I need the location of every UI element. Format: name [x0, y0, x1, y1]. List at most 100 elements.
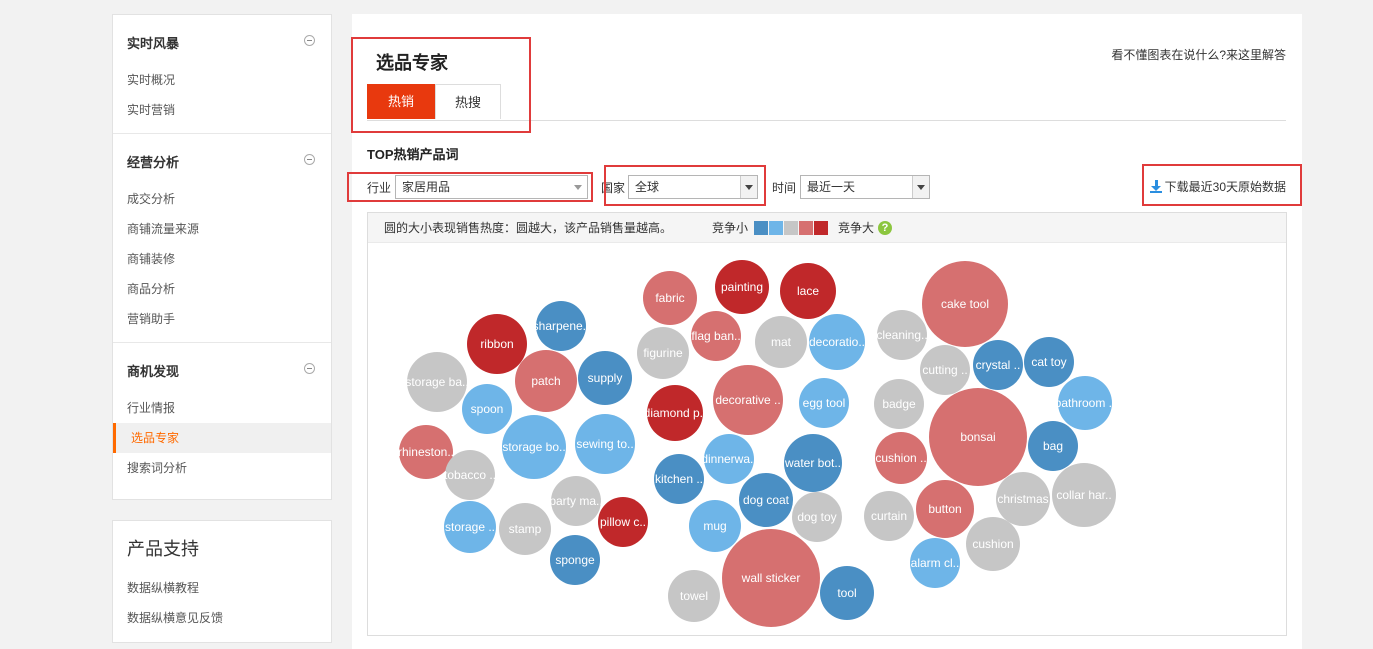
bubble-circle[interactable]: [929, 388, 1027, 486]
bubble-circle[interactable]: [1052, 463, 1116, 527]
bubble-badge[interactable]: badge: [874, 379, 924, 429]
bubble-lace[interactable]: lace: [780, 263, 836, 319]
bubble-cleaning[interactable]: cleaning..: [876, 310, 928, 360]
bubble-wall-sticker[interactable]: wall sticker: [722, 529, 820, 627]
bubble-circle[interactable]: [637, 327, 689, 379]
support-link-feedback[interactable]: 数据纵横意见反馈: [113, 603, 331, 633]
bubble-sewing-to[interactable]: sewing to..: [575, 414, 635, 474]
bubble-sponge[interactable]: sponge: [550, 535, 600, 585]
bubble-circle[interactable]: [920, 345, 970, 395]
sidebar-item-marketing-assistant[interactable]: 营销助手: [113, 304, 331, 334]
bubble-cat-toy[interactable]: cat toy: [1024, 337, 1074, 387]
collapse-icon[interactable]: [304, 35, 315, 46]
bubble-cushion[interactable]: cushion: [966, 517, 1020, 571]
bubble-curtain[interactable]: curtain: [864, 491, 914, 541]
bubble-circle[interactable]: [462, 384, 512, 434]
bubble-circle[interactable]: [598, 497, 648, 547]
bubble-circle[interactable]: [739, 473, 793, 527]
bubble-circle[interactable]: [668, 570, 720, 622]
bubble-bonsai[interactable]: bonsai: [929, 388, 1027, 486]
bubble-circle[interactable]: [445, 450, 495, 500]
bubble-circle[interactable]: [792, 492, 842, 542]
bubble-circle[interactable]: [784, 434, 842, 492]
bubble-storage[interactable]: storage ..: [444, 501, 496, 553]
bubble-circle[interactable]: [689, 500, 741, 552]
sidebar-item-traffic-source[interactable]: 商铺流量来源: [113, 214, 331, 244]
bubble-bag[interactable]: bag: [1028, 421, 1078, 471]
bubble-party-ma[interactable]: party ma..: [549, 476, 603, 526]
bubble-circle[interactable]: [916, 480, 974, 538]
bubble-circle[interactable]: [575, 414, 635, 474]
bubble-figurine[interactable]: figurine: [637, 327, 689, 379]
bubble-collar-har[interactable]: collar har..: [1052, 463, 1116, 527]
bubble-bathroom[interactable]: bathroom ..: [1055, 376, 1116, 430]
bubble-button[interactable]: button: [916, 480, 974, 538]
bubble-circle[interactable]: [713, 365, 783, 435]
bubble-dinnerwa[interactable]: dinnerwa..: [701, 434, 757, 484]
bubble-spoon[interactable]: spoon: [462, 384, 512, 434]
bubble-circle[interactable]: [715, 260, 769, 314]
nav-group-title[interactable]: 经营分析: [113, 134, 331, 184]
bubble-egg-tool[interactable]: egg tool: [799, 378, 849, 428]
bubble-circle[interactable]: [578, 351, 632, 405]
bubble-circle[interactable]: [654, 454, 704, 504]
sidebar-item-product-analysis[interactable]: 商品分析: [113, 274, 331, 304]
bubble-cutting[interactable]: cutting ..: [920, 345, 970, 395]
nav-group-title[interactable]: 商机发现: [113, 343, 331, 393]
bubble-fabric[interactable]: fabric: [643, 271, 697, 325]
sidebar-item-deal-analysis[interactable]: 成交分析: [113, 184, 331, 214]
sidebar-item-search-term-analysis[interactable]: 搜索词分析: [113, 453, 331, 483]
bubble-pillow-c[interactable]: pillow c..: [598, 497, 648, 547]
bubble-tool[interactable]: tool: [820, 566, 874, 620]
bubble-decorative[interactable]: decorative ..: [713, 365, 783, 435]
bubble-circle[interactable]: [551, 476, 601, 526]
bubble-stamp[interactable]: stamp: [499, 503, 551, 555]
bubble-cake-tool[interactable]: cake tool: [922, 261, 1008, 347]
bubble-circle[interactable]: [536, 301, 586, 351]
bubble-circle[interactable]: [910, 538, 960, 588]
bubble-circle[interactable]: [966, 517, 1020, 571]
time-select[interactable]: 最近一天: [800, 175, 930, 199]
bubble-crystal[interactable]: crystal ..: [973, 340, 1023, 390]
bubble-circle[interactable]: [550, 535, 600, 585]
bubble-circle[interactable]: [1024, 337, 1074, 387]
bubble-cushion[interactable]: cushion ..: [875, 432, 927, 484]
bubble-sharpene[interactable]: sharpene..: [533, 301, 590, 351]
bubble-circle[interactable]: [407, 352, 467, 412]
sidebar-item-industry-intel[interactable]: 行业情报: [113, 393, 331, 423]
bubble-towel[interactable]: towel: [668, 570, 720, 622]
bubble-circle[interactable]: [1028, 421, 1078, 471]
chart-help-link[interactable]: 看不懂图表在说什么?来这里解答: [1111, 46, 1286, 63]
bubble-circle[interactable]: [877, 310, 927, 360]
bubble-circle[interactable]: [399, 425, 453, 479]
bubble-storage-bo[interactable]: storage bo..: [502, 415, 566, 479]
bubble-kitchen[interactable]: kitchen ..: [654, 454, 704, 504]
bubble-circle[interactable]: [875, 432, 927, 484]
bubble-circle[interactable]: [515, 350, 577, 412]
bubble-circle[interactable]: [755, 316, 807, 368]
bubble-circle[interactable]: [820, 566, 874, 620]
bubble-patch[interactable]: patch: [515, 350, 577, 412]
bubble-diamond-p[interactable]: diamond p..: [644, 385, 707, 441]
bubble-painting[interactable]: painting: [715, 260, 769, 314]
bubble-water-bot[interactable]: water bot..: [784, 434, 842, 492]
bubble-circle[interactable]: [799, 378, 849, 428]
bubble-circle[interactable]: [722, 529, 820, 627]
bubble-ribbon[interactable]: ribbon: [467, 314, 527, 374]
bubble-flag-ban[interactable]: flag ban..: [691, 311, 741, 361]
bubble-circle[interactable]: [691, 311, 741, 361]
collapse-icon[interactable]: [304, 154, 315, 165]
bubble-circle[interactable]: [499, 503, 551, 555]
bubble-alarm-cl[interactable]: alarm cl..: [910, 538, 960, 588]
sidebar-item-product-expert[interactable]: 选品专家: [113, 423, 331, 453]
bubble-mug[interactable]: mug: [689, 500, 741, 552]
bubble-circle[interactable]: [973, 340, 1023, 390]
bubble-supply[interactable]: supply: [578, 351, 632, 405]
bubble-circle[interactable]: [647, 385, 703, 441]
bubble-mat[interactable]: mat: [755, 316, 807, 368]
bubble-christmas[interactable]: christmas: [996, 472, 1050, 526]
bubble-dog-coat[interactable]: dog coat: [739, 473, 793, 527]
bubble-circle[interactable]: [922, 261, 1008, 347]
bubble-circle[interactable]: [864, 491, 914, 541]
bubble-circle[interactable]: [780, 263, 836, 319]
